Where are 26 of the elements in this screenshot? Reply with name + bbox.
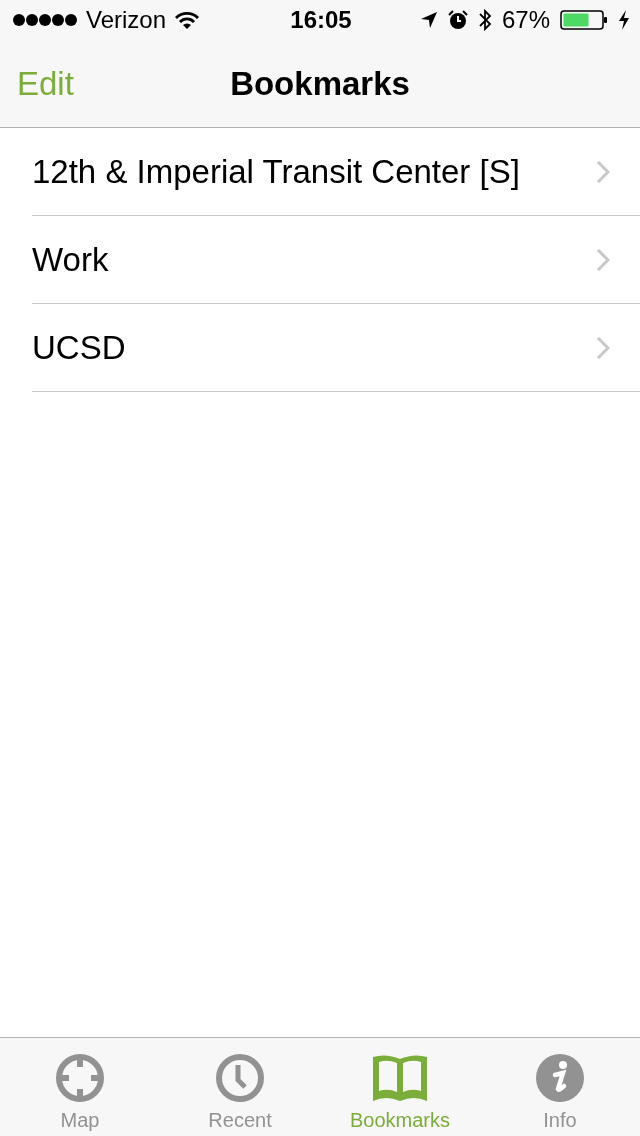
info-icon (535, 1053, 585, 1103)
edit-button[interactable]: Edit (17, 65, 74, 103)
bookmark-row[interactable]: UCSD (32, 304, 640, 392)
bluetooth-icon (477, 8, 492, 32)
clock-icon (215, 1053, 265, 1103)
signal-icon (12, 13, 78, 27)
carrier-name: Verizon (86, 6, 167, 34)
location-arrow-icon (419, 11, 438, 29)
wifi-icon (174, 10, 201, 30)
charging-icon (618, 10, 630, 30)
chevron-icon (596, 335, 610, 360)
clock-time: 16:05 (290, 6, 352, 34)
open-book-icon (370, 1053, 430, 1103)
tab-item[interactable]: Bookmarks (320, 1038, 480, 1136)
tab-item[interactable]: Info (480, 1038, 640, 1136)
nav-title: Bookmarks (230, 65, 410, 102)
battery-percent: 67% (501, 6, 550, 34)
alarm-icon (447, 10, 468, 30)
bookmark-row[interactable]: Work (32, 216, 640, 304)
crosshair-icon (55, 1053, 105, 1103)
tab-item[interactable]: Recent (160, 1038, 320, 1136)
bookmark-row[interactable]: 12th & Imperial Transit Center [S] (32, 128, 640, 216)
chevron-icon (596, 247, 610, 272)
chevron-icon (596, 159, 610, 184)
tab-item[interactable]: Map (0, 1038, 160, 1136)
battery-icon (560, 10, 608, 30)
